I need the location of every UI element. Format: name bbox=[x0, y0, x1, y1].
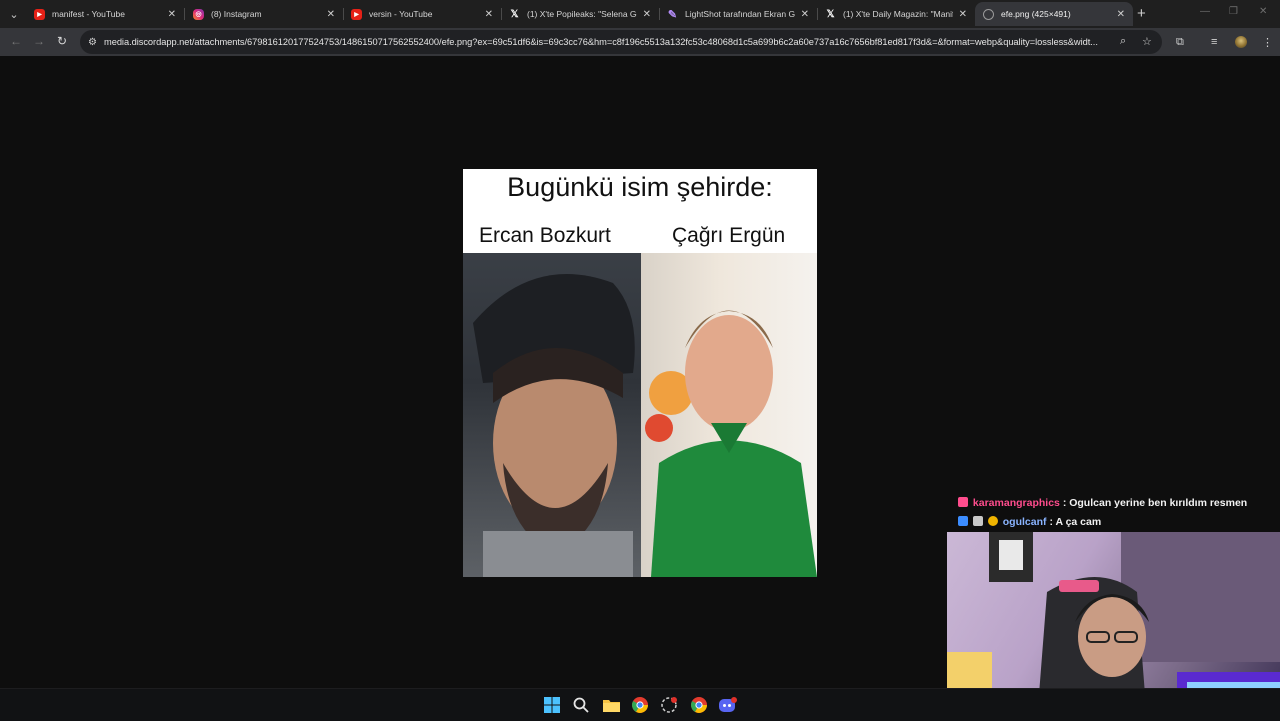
tab-strip: ⌄ ▶ manifest - YouTube ✕ ◎ (8) Instagram… bbox=[0, 0, 1280, 28]
tab-title: manifest - YouTube bbox=[52, 9, 125, 19]
youtube-icon: ▶ bbox=[34, 8, 45, 20]
x-icon: 𝕏 bbox=[510, 8, 519, 20]
zoom-icon[interactable]: ⌕ bbox=[1120, 35, 1126, 48]
bookmark-star-icon[interactable]: ☆ bbox=[1142, 35, 1152, 48]
chat-username[interactable]: karamangraphics bbox=[973, 497, 1060, 509]
close-icon[interactable]: ✕ bbox=[327, 9, 335, 20]
heart-badge-icon bbox=[958, 497, 968, 507]
close-icon[interactable]: ✕ bbox=[801, 9, 809, 20]
tab-title: (8) Instagram bbox=[211, 9, 262, 19]
forward-arrow-icon[interactable]: → bbox=[33, 34, 45, 48]
windows-start-icon[interactable] bbox=[543, 696, 561, 714]
close-icon[interactable]: ✕ bbox=[643, 9, 651, 20]
browser-toolbar: ← → ↻ ⚙ media.discordapp.net/attachments… bbox=[0, 28, 1280, 56]
left-portrait-photo bbox=[463, 253, 641, 577]
app-icon[interactable] bbox=[660, 696, 678, 714]
chrome-icon[interactable] bbox=[690, 696, 708, 714]
back-arrow-icon[interactable]: ← bbox=[10, 34, 22, 48]
media-controls-icon[interactable]: ≡ bbox=[1211, 36, 1217, 48]
meme-right-name: Çağrı Ergün bbox=[672, 224, 786, 247]
tab-manifest-youtube[interactable]: ▶ manifest - YouTube ✕ bbox=[26, 2, 184, 26]
instagram-icon: ◎ bbox=[193, 8, 204, 20]
chat-text: : Ogulcan yerine ben kırıldım resmen bbox=[1062, 497, 1248, 509]
tab-title: versin - YouTube bbox=[369, 9, 433, 19]
tab-search-button[interactable]: ⌄ bbox=[3, 4, 25, 24]
tab-title: (1) X'te Daily Magazin: "Manife bbox=[843, 9, 953, 19]
close-icon[interactable]: ✕ bbox=[168, 9, 176, 20]
address-bar[interactable]: ⚙ media.discordapp.net/attachments/67981… bbox=[80, 30, 1162, 54]
tab-x-daily-magazin[interactable]: 𝕏 (1) X'te Daily Magazin: "Manife ✕ bbox=[817, 2, 975, 26]
tab-instagram[interactable]: ◎ (8) Instagram ✕ bbox=[185, 2, 343, 26]
site-info-icon[interactable]: ⚙ bbox=[88, 37, 100, 48]
more-menu-icon[interactable]: ⋮ bbox=[1262, 36, 1273, 49]
meme-left-name: Ercan Bozkurt bbox=[479, 224, 611, 247]
x-icon: 𝕏 bbox=[826, 8, 835, 20]
cat-badge-icon bbox=[972, 516, 983, 526]
close-icon[interactable]: ✕ bbox=[485, 9, 493, 20]
restore-icon[interactable]: ❐ bbox=[1229, 6, 1238, 17]
tab-title: (1) X'te Popileaks: "Selena Gom bbox=[527, 9, 637, 19]
new-tab-button[interactable]: + bbox=[1137, 5, 1146, 22]
windows-taskbar bbox=[0, 688, 1280, 721]
tab-versin-youtube[interactable]: ▶ versin - YouTube ✕ bbox=[343, 2, 501, 26]
file-explorer-icon[interactable] bbox=[602, 696, 620, 714]
globe-icon bbox=[983, 8, 994, 20]
chat-text: : A ça cam bbox=[1049, 516, 1102, 528]
reload-icon[interactable]: ↻ bbox=[57, 34, 67, 48]
extensions-icon[interactable]: ⧉ bbox=[1176, 36, 1184, 49]
close-icon[interactable]: ✕ bbox=[1117, 9, 1125, 20]
chat-username[interactable]: ogulcanf bbox=[1003, 516, 1047, 528]
profile-avatar[interactable] bbox=[1235, 36, 1247, 48]
tab-title: LightShot tarafından Ekran Gör bbox=[685, 9, 795, 19]
close-window-icon[interactable]: ✕ bbox=[1259, 6, 1267, 17]
minimize-icon[interactable]: — bbox=[1200, 6, 1210, 17]
youtube-icon: ▶ bbox=[351, 8, 362, 20]
chrome-icon[interactable] bbox=[631, 696, 649, 714]
coin-badge-icon bbox=[987, 516, 998, 526]
tab-x-popileaks[interactable]: 𝕏 (1) X'te Popileaks: "Selena Gom ✕ bbox=[501, 2, 659, 26]
tab-title: efe.png (425×491) bbox=[1001, 9, 1071, 19]
discord-icon[interactable] bbox=[719, 696, 737, 714]
displayed-image: Bugünkü isim şehirde: Ercan Bozkurt Çağr… bbox=[463, 169, 817, 577]
tab-lightshot[interactable]: ✎ LightShot tarafından Ekran Gör ✕ bbox=[659, 2, 817, 26]
tab-efe-png[interactable]: efe.png (425×491) ✕ bbox=[975, 2, 1133, 26]
search-icon[interactable] bbox=[572, 696, 590, 714]
close-icon[interactable]: ✕ bbox=[959, 9, 967, 20]
chat-message: karamangraphics : Ogulcan yerine ben kır… bbox=[958, 497, 1247, 509]
chat-message: ogulcanf : A ça cam bbox=[958, 516, 1101, 528]
meme-title: Bugünkü isim şehirde: bbox=[507, 172, 773, 202]
subscriber-badge-icon bbox=[958, 516, 968, 526]
lightshot-icon: ✎ bbox=[667, 8, 678, 21]
url-text[interactable]: media.discordapp.net/attachments/6798161… bbox=[104, 37, 1114, 47]
right-portrait-photo bbox=[641, 253, 817, 577]
